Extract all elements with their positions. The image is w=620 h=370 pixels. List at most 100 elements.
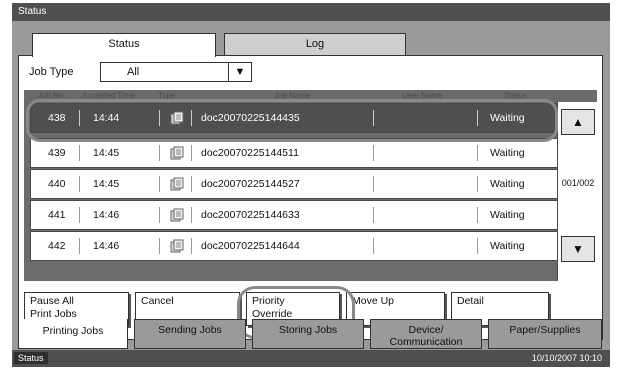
scroll-panel: ▲ 001/002 ▼ [557,102,598,281]
status-bar-label[interactable]: Status [14,352,48,364]
column-divider [373,238,374,254]
column-header-type: Type [158,91,176,100]
job-no: 442 [48,240,66,252]
tab-device-label-line1: Device/ [408,324,444,336]
column-divider [79,176,80,192]
column-divider [159,176,160,192]
status-bar-datetime: 10/10/2007 10:10 [531,353,602,363]
pause-all-label-line1: Pause All [30,295,74,307]
tab-printing-jobs[interactable]: Printing Jobs [18,319,128,349]
table-row[interactable]: 439 14:45 doc20070225144511 Waiting [30,138,559,168]
job-name: doc20070225144511 [201,147,299,159]
tab-device-communication[interactable]: Device/ Communication [370,319,482,349]
job-no: 440 [48,178,66,190]
column-divider [191,145,192,161]
tab-sending-jobs[interactable]: Sending Jobs [134,319,246,349]
table-row[interactable]: 440 14:45 doc20070225144527 Waiting [30,169,559,199]
column-header-accepted-time: Accepted Time [82,91,135,100]
column-divider [159,207,160,223]
document-icon [170,111,184,125]
title-bar: Status [12,3,610,21]
tab-sending-jobs-label: Sending Jobs [158,324,222,336]
document-icon [170,146,184,160]
job-name: doc20070225144527 [201,178,300,190]
tab-storing-jobs[interactable]: Storing Jobs [252,319,364,349]
table-row[interactable]: 442 14:46 doc20070225144644 Waiting [30,231,559,261]
priority-label-line1: Priority [252,295,285,307]
tab-paper-supplies-label: Paper/Supplies [509,324,581,336]
job-status: Waiting [490,147,525,159]
triangle-up-icon: ▲ [572,115,584,129]
column-header-user-name: User Name [402,91,443,100]
column-divider [79,238,80,254]
column-divider [477,238,478,254]
accepted-time: 14:46 [93,240,120,252]
status-bar: Status 10/10/2007 10:10 [12,350,610,367]
tab-device-label-line2: Communication [389,336,463,348]
document-icon [170,208,184,222]
column-divider [79,145,80,161]
column-divider [191,110,192,126]
job-status: Waiting [490,209,525,221]
window-title: Status [18,6,47,17]
table-row[interactable]: 441 14:46 doc20070225144633 Waiting [30,200,559,230]
column-divider [477,145,478,161]
bottom-tab-bar: Printing Jobs Sending Jobs Storing Jobs … [12,319,610,349]
tab-status[interactable]: Status [32,33,216,57]
column-divider [373,145,374,161]
tab-printing-jobs-label: Printing Jobs [42,325,104,337]
triangle-down-icon: ▼ [572,242,584,256]
accepted-time: 14:44 [93,112,120,124]
column-divider [477,176,478,192]
job-table: Job No. Accepted Time Type Job Name User… [24,90,598,281]
tab-storing-jobs-label: Storing Jobs [278,324,338,336]
job-no: 438 [48,112,66,124]
status-screen: Status Status Log Job Type All ▼ Job No.… [12,3,610,367]
cancel-label: Cancel [141,295,174,307]
job-name: doc20070225144644 [201,240,300,252]
document-icon [170,239,184,253]
column-divider [79,207,80,223]
column-divider [79,110,80,126]
table-header: Job No. Accepted Time Type Job Name User… [24,90,597,102]
job-type-value: All [127,66,140,78]
job-status: Waiting [490,178,525,190]
column-header-job-name: Job Name [274,91,311,100]
column-divider [373,207,374,223]
column-divider [373,176,374,192]
tab-log[interactable]: Log [224,33,406,55]
job-name: doc20070225144633 [201,209,300,221]
column-divider [159,110,160,126]
column-header-status: Status [504,91,527,100]
table-row[interactable]: 438 14:44 doc20070225144435 Waiting [30,103,559,133]
accepted-time: 14:46 [93,209,120,221]
column-divider [159,145,160,161]
move-up-label: Move Up [352,295,395,307]
job-status: Waiting [490,240,525,252]
job-type-dropdown[interactable]: All ▼ [100,62,252,82]
job-status: Waiting [490,112,525,124]
accepted-time: 14:45 [93,147,120,159]
job-name: doc20070225144435 [201,112,300,124]
scroll-up-button[interactable]: ▲ [561,109,595,135]
document-icon [170,177,184,191]
status-panel: Job Type All ▼ Job No. Accepted Time Typ… [18,55,603,340]
column-divider [191,176,192,192]
column-divider [191,207,192,223]
job-no: 439 [48,147,66,159]
column-divider [373,110,374,126]
column-divider [159,238,160,254]
detail-label: Detail [457,295,484,307]
column-divider [191,238,192,254]
job-type-label: Job Type [29,66,74,78]
job-no: 441 [48,209,66,221]
chevron-down-icon: ▼ [228,63,251,81]
column-header-job-no: Job No. [38,91,66,100]
column-divider [477,110,478,126]
scroll-down-button[interactable]: ▼ [561,236,595,262]
page-indicator: 001/002 [561,178,595,188]
accepted-time: 14:45 [93,178,120,190]
column-divider [477,207,478,223]
tab-paper-supplies[interactable]: Paper/Supplies [488,319,602,349]
content-area: Status Log Job Type All ▼ Job No. Accept… [12,21,610,350]
